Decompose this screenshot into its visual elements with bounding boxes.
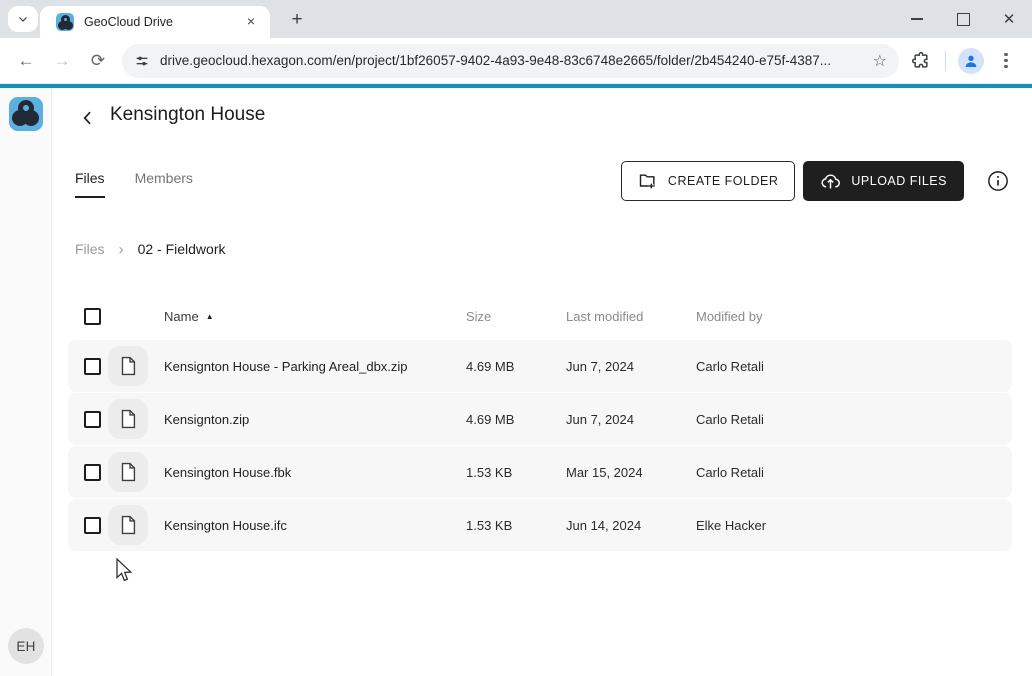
file-table-header: Name ▲ Size Last modified Modified by: [68, 292, 1012, 340]
file-type-chip: [108, 452, 148, 492]
back-button[interactable]: [76, 106, 100, 130]
browser-tabstrip: GeoCloud Drive × + ✕: [0, 0, 1032, 38]
actions-toolbar: CREATE FOLDER UPLOAD FILES: [621, 161, 1010, 201]
file-icon: [117, 514, 139, 536]
row-checkbox[interactable]: [84, 517, 101, 534]
file-icon: [117, 461, 139, 483]
file-modified-by: Carlo Retali: [696, 359, 1012, 374]
section-tabs: Files Members: [75, 170, 193, 198]
page-title: Kensington House: [110, 104, 265, 126]
file-name[interactable]: Kensignton House - Parking Areal_dbx.zip: [164, 359, 466, 374]
file-table: Name ▲ Size Last modified Modified by: [68, 292, 1012, 552]
forward-icon: →: [46, 45, 78, 77]
file-modified-by: Carlo Retali: [696, 465, 1012, 480]
address-bar[interactable]: drive.geocloud.hexagon.com/en/project/1b…: [122, 44, 899, 78]
create-folder-label: CREATE FOLDER: [668, 174, 778, 188]
user-icon: [963, 53, 979, 69]
row-checkbox[interactable]: [84, 411, 101, 428]
file-name[interactable]: Kensington House.fbk: [164, 465, 466, 480]
upload-files-button[interactable]: UPLOAD FILES: [803, 161, 964, 201]
app-sidebar: EH: [0, 88, 52, 676]
user-avatar[interactable]: EH: [8, 628, 44, 664]
geocloud-drive-page: EH Kensington House Files Members CREATE…: [0, 84, 1032, 676]
url-text[interactable]: drive.geocloud.hexagon.com/en/project/1b…: [160, 53, 865, 68]
chevron-left-icon: [78, 108, 98, 128]
file-last-modified: Jun 7, 2024: [566, 412, 696, 427]
tab-title: GeoCloud Drive: [84, 15, 242, 29]
file-modified-by: Carlo Retali: [696, 412, 1012, 427]
breadcrumb: Files › 02 - Fieldwork: [75, 241, 225, 257]
file-row[interactable]: Kensington House.fbk 1.53 KB Mar 15, 202…: [68, 446, 1012, 498]
row-checkbox[interactable]: [84, 464, 101, 481]
breadcrumb-current-folder: 02 - Fieldwork: [138, 241, 226, 257]
chevron-down-icon: [17, 13, 29, 25]
column-header-name[interactable]: Name ▲: [164, 309, 466, 324]
file-size: 1.53 KB: [466, 518, 566, 533]
geocloud-favicon-icon: [56, 13, 74, 31]
file-size: 4.69 MB: [466, 412, 566, 427]
file-size: 1.53 KB: [466, 465, 566, 480]
breadcrumb-files[interactable]: Files: [75, 241, 105, 257]
window-controls: ✕: [894, 0, 1032, 38]
tab-files[interactable]: Files: [75, 170, 105, 198]
reload-icon[interactable]: ⟳: [82, 45, 114, 77]
breadcrumb-separator-icon: ›: [119, 242, 124, 257]
file-size: 4.69 MB: [466, 359, 566, 374]
site-info-icon[interactable]: [134, 53, 150, 69]
browser-menu-button[interactable]: [994, 53, 1018, 69]
window-minimize-button[interactable]: [894, 0, 940, 38]
bookmark-star-icon[interactable]: ☆: [873, 51, 887, 71]
select-all-checkbox[interactable]: [84, 308, 101, 325]
back-icon[interactable]: ←: [10, 45, 42, 77]
file-icon: [117, 408, 139, 430]
info-button[interactable]: [986, 169, 1010, 193]
toolbar-divider: [945, 51, 946, 71]
file-type-chip: [108, 346, 148, 386]
file-name[interactable]: Kensignton.zip: [164, 412, 466, 427]
geocloud-logo-icon[interactable]: [9, 97, 43, 131]
column-header-size[interactable]: Size: [466, 309, 566, 324]
window-close-button[interactable]: ✕: [986, 0, 1032, 38]
folder-plus-icon: [638, 171, 658, 191]
file-row[interactable]: Kensignton House - Parking Areal_dbx.zip…: [68, 340, 1012, 392]
file-type-chip: [108, 505, 148, 545]
file-last-modified: Mar 15, 2024: [566, 465, 696, 480]
row-checkbox[interactable]: [84, 358, 101, 375]
file-row[interactable]: Kensington House.ifc 1.53 KB Jun 14, 202…: [68, 499, 1012, 551]
new-tab-button[interactable]: +: [284, 8, 310, 32]
extensions-icon[interactable]: [911, 51, 931, 71]
close-tab-icon[interactable]: ×: [242, 13, 260, 31]
window-maximize-button[interactable]: [940, 0, 986, 38]
column-header-last-modified[interactable]: Last modified: [566, 309, 696, 324]
sort-ascending-icon: ▲: [206, 312, 214, 321]
file-icon: [117, 355, 139, 377]
tab-search-button[interactable]: [8, 6, 38, 32]
upload-files-label: UPLOAD FILES: [851, 174, 947, 188]
file-modified-by: Elke Hacker: [696, 518, 1012, 533]
info-icon: [987, 170, 1009, 192]
file-name[interactable]: Kensington House.ifc: [164, 518, 466, 533]
browser-toolbar: ← → ⟳ drive.geocloud.hexagon.com/en/proj…: [0, 38, 1032, 84]
file-last-modified: Jun 14, 2024: [566, 518, 696, 533]
tab-members[interactable]: Members: [135, 170, 193, 198]
file-type-chip: [108, 399, 148, 439]
file-table-body: Kensignton House - Parking Areal_dbx.zip…: [68, 340, 1012, 551]
file-last-modified: Jun 7, 2024: [566, 359, 696, 374]
main-content: Kensington House Files Members CREATE FO…: [52, 88, 1032, 676]
browser-profile-button[interactable]: [958, 48, 984, 74]
column-header-modified-by[interactable]: Modified by: [696, 309, 1012, 324]
browser-tab-active[interactable]: GeoCloud Drive ×: [40, 6, 270, 38]
cloud-upload-icon: [820, 171, 841, 192]
file-row[interactable]: Kensignton.zip 4.69 MB Jun 7, 2024 Carlo…: [68, 393, 1012, 445]
create-folder-button[interactable]: CREATE FOLDER: [621, 161, 795, 201]
